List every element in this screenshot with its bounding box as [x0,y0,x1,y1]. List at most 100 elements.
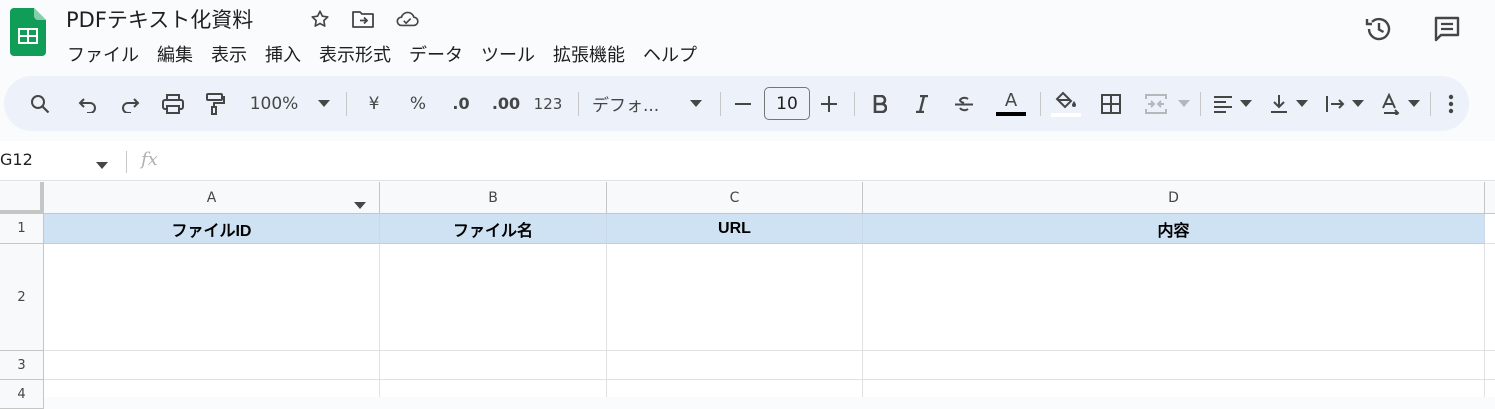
cell-a1[interactable]: ファイルID [44,214,380,244]
toolbar: 100% ¥ % .0 .00 123 デフォ... 10 A [4,76,1469,131]
column-header-d[interactable]: D [863,182,1485,214]
zoom-select[interactable]: 100% [244,76,304,131]
cell-e4[interactable] [1485,380,1495,397]
menu-edit[interactable]: 編集 [148,39,202,69]
cell-e1[interactable] [1485,214,1495,244]
zoom-dropdown-icon[interactable] [314,76,334,131]
column-header-e[interactable] [1485,182,1495,214]
fill-color-button[interactable] [1050,76,1082,131]
menu-extensions[interactable]: 拡張機能 [544,39,634,69]
valign-dropdown-icon[interactable] [1294,76,1310,131]
cell-d1[interactable]: 内容 [863,214,1485,244]
increase-decimal-button[interactable]: .00 [488,76,524,131]
column-header-c[interactable]: C [607,182,863,214]
row-label: 3 [17,357,26,373]
column-header-b[interactable]: B [380,182,607,214]
decrease-font-size-icon[interactable] [730,76,756,131]
redo-icon[interactable] [114,76,146,131]
merge-cells-icon[interactable] [1140,76,1172,131]
column-label: A [206,189,217,206]
search-menus-icon[interactable] [24,76,56,131]
cell-b1[interactable]: ファイル名 [380,214,607,244]
wrap-dropdown-icon[interactable] [1350,76,1366,131]
version-history-icon[interactable] [1362,12,1396,46]
font-select[interactable]: デフォ... [592,76,680,131]
paint-format-icon[interactable] [199,76,231,131]
cloud-saved-icon[interactable] [395,7,419,31]
cell-a2[interactable] [44,244,380,351]
column-header-a[interactable]: A [44,182,380,214]
cell-d2[interactable] [863,244,1485,351]
cell-b3[interactable] [380,351,607,380]
increase-font-size-icon[interactable] [816,76,842,131]
menu-tools[interactable]: ツール [472,39,544,69]
fx-icon: fx [141,149,158,170]
cell-b2[interactable] [380,244,607,351]
print-icon[interactable] [157,76,189,131]
borders-icon[interactable] [1096,76,1126,131]
merge-dropdown-icon[interactable] [1176,76,1192,131]
bold-icon[interactable] [866,76,894,131]
text-color-label: A [1004,90,1018,111]
select-all-corner[interactable] [0,182,44,214]
font-dropdown-icon[interactable] [686,76,706,131]
document-title[interactable]: PDFテキスト化資料 [66,4,253,34]
name-box-dropdown-icon[interactable] [96,155,108,174]
comments-icon[interactable] [1430,12,1464,46]
rotation-dropdown-icon[interactable] [1406,76,1422,131]
more-formats-button[interactable]: 123 [532,76,564,131]
row-label: 2 [17,289,26,305]
divider [1430,92,1431,116]
divider [126,151,127,173]
menu-insert[interactable]: 挿入 [256,39,310,69]
menu-help[interactable]: ヘルプ [634,39,706,69]
text-wrapping-icon[interactable] [1320,76,1350,131]
horizontal-align-icon[interactable] [1208,76,1238,131]
menu-format[interactable]: 表示形式 [310,39,400,69]
strikethrough-icon[interactable] [950,76,978,131]
column-label: B [488,189,498,206]
sheets-logo-icon[interactable] [10,8,46,56]
menu-data[interactable]: データ [400,39,472,69]
row-header-1[interactable]: 1 [0,214,44,244]
cell-b4[interactable] [380,380,607,397]
name-box[interactable]: G12 [0,150,33,169]
cell-c4[interactable] [607,380,863,397]
row-header-4[interactable]: 4 [0,380,44,409]
cell-a3[interactable] [44,351,380,380]
row-header-3[interactable]: 3 [0,351,44,380]
decrease-decimal-button[interactable]: .0 [446,76,476,131]
menu-bar: ファイル 編集 表示 挿入 表示形式 データ ツール 拡張機能 ヘルプ [58,39,706,69]
divider [720,92,721,116]
cell-c2[interactable] [607,244,863,351]
move-to-folder-icon[interactable] [351,7,375,31]
currency-format-button[interactable]: ¥ [360,76,388,131]
italic-icon[interactable] [908,76,936,131]
menu-view[interactable]: 表示 [202,39,256,69]
text-rotation-icon[interactable] [1376,76,1406,131]
undo-icon[interactable] [72,76,104,131]
cell-c1[interactable]: URL [607,214,863,244]
text-color-button[interactable]: A [994,76,1028,131]
cell-e2[interactable] [1485,244,1495,351]
vertical-align-icon[interactable] [1264,76,1294,131]
fill-color-swatch [1051,112,1081,117]
column-a-dropdown-icon[interactable] [354,195,366,214]
row-label: 1 [17,221,26,236]
menu-file[interactable]: ファイル [58,39,148,69]
font-size-input[interactable]: 10 [764,87,810,120]
cell-e3[interactable] [1485,351,1495,380]
star-icon[interactable] [308,7,332,31]
row-header-2[interactable]: 2 [0,244,44,351]
cell-a4[interactable] [44,380,380,397]
align-dropdown-icon[interactable] [1238,76,1254,131]
divider [346,92,347,116]
row-label: 4 [17,386,26,402]
percent-format-button[interactable]: % [404,76,432,131]
column-label: C [729,189,740,206]
paint-bucket-icon [1055,91,1076,108]
cell-c3[interactable] [607,351,863,380]
more-options-icon[interactable] [1440,76,1462,131]
cell-d3[interactable] [863,351,1485,380]
cell-d4[interactable] [863,380,1485,397]
